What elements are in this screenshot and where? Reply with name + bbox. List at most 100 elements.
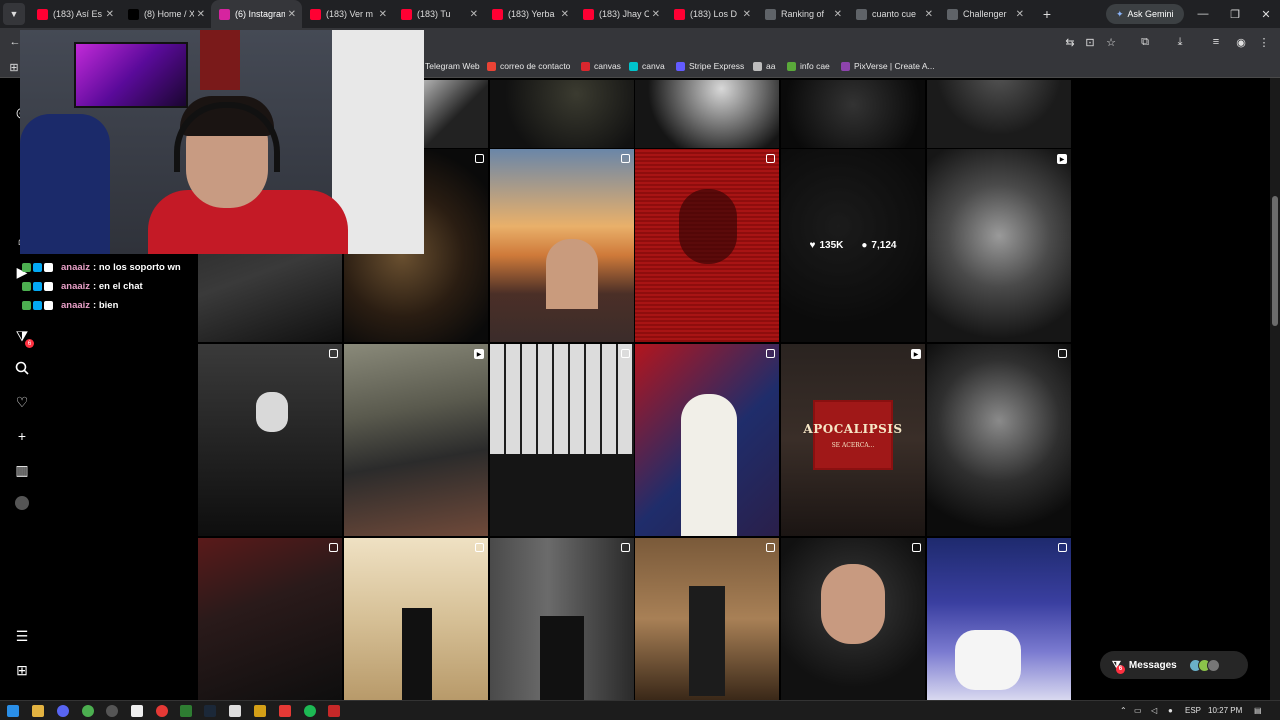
language-indicator[interactable]: ESP [1185,706,1201,715]
tab-close-icon[interactable]: ✕ [834,9,842,20]
steam-icon[interactable] [204,705,216,717]
bookmark[interactable]: canvas [581,61,621,71]
bookmark[interactable]: Stripe Express [676,61,744,71]
app-icon[interactable] [254,705,266,717]
extensions-icon[interactable]: ⧉ [1135,32,1155,52]
tab-group-icon[interactable]: ≡ [1206,32,1226,52]
ask-gemini-button[interactable]: ✦ Ask Gemini [1106,4,1184,24]
browser-tab[interactable]: Ranking of ✕ [757,0,848,28]
grid-post[interactable] [927,538,1071,700]
scrollbar-thumb[interactable] [1272,196,1278,326]
grid-post[interactable]: APOCALIPSIS SE ACERCA... ▶ [781,344,925,536]
browser-tab[interactable]: (183) Yerba ✕ [484,0,575,28]
bookmark[interactable]: Telegram Web [425,61,480,71]
notifications-heart-icon[interactable]: ♡ [12,392,32,412]
close-window-icon[interactable]: ✕ [1250,0,1280,28]
grid-post[interactable] [635,80,779,148]
grid-post-hovered[interactable]: ♥ 135K ● 7,124 [781,149,925,342]
browser-tab[interactable]: (8) Home / X ✕ [120,0,211,28]
more-menu-icon[interactable]: ☰ [12,626,32,646]
translate-icon[interactable]: ⇆ [1060,32,1080,52]
obs-icon[interactable] [131,705,143,717]
grid-post[interactable] [781,538,925,700]
grid-post[interactable] [927,80,1071,148]
download-icon[interactable]: ⤓ [1170,32,1190,52]
carousel-icon [621,349,630,358]
messages-button[interactable]: ⧩ 6 Messages [1100,651,1248,679]
restore-icon[interactable]: ❐ [1219,0,1251,28]
menu-icon[interactable]: ⋮ [1254,32,1274,52]
browser-tab[interactable]: (6) Instagram ✕ [211,0,302,28]
grid-post[interactable] [490,538,634,700]
grid-post[interactable]: ▶ [927,149,1071,342]
clock[interactable]: 10:27 PM [1208,706,1242,715]
search-icon[interactable] [12,358,32,378]
grid-post[interactable]: ▶ [344,344,488,536]
minimize-icon[interactable]: — [1187,0,1219,28]
mic-icon[interactable]: ● [1168,706,1173,715]
browser-tab[interactable]: (183) Tu ✕ [393,0,484,28]
filter-icon[interactable]: ⧩ 6 [12,326,34,348]
app-icon[interactable] [106,705,118,717]
new-tab-button[interactable]: + [1036,3,1058,25]
browser-tab[interactable]: (183) Así Es ✕ [29,0,120,28]
windows-taskbar: ⌃ ▭ ◁ ● ESP 10:27 PM ▤ [0,700,1280,720]
tab-close-icon[interactable]: ✕ [1016,9,1024,20]
tab-close-icon[interactable]: ✕ [743,9,751,20]
tab-close-icon[interactable]: ✕ [106,9,114,20]
browser-tab[interactable]: (183) Los D ✕ [666,0,757,28]
bookmark[interactable]: PixVerse | Create A... [841,61,935,71]
tab-close-icon[interactable]: ✕ [379,9,387,20]
browser-tab[interactable]: (183) Jhay C ✕ [575,0,666,28]
grid-post[interactable] [927,344,1071,536]
app-icon[interactable] [180,705,192,717]
profile-icon[interactable]: ◉ [1231,32,1251,52]
page-scrollbar[interactable] [1270,78,1280,700]
tab-close-icon[interactable]: ✕ [288,9,296,20]
grid-post[interactable] [490,344,634,536]
grid-post[interactable] [635,344,779,536]
grid-post[interactable] [635,149,779,342]
tab-close-icon[interactable]: ✕ [561,9,569,20]
tray-icon[interactable]: ▭ [1134,706,1142,715]
spotify-icon[interactable] [304,705,316,717]
star-icon[interactable]: ☆ [1101,32,1121,52]
profile-avatar[interactable] [12,493,32,513]
volume-icon[interactable]: ◁ [1151,706,1157,715]
messages-badge: 6 [1115,664,1125,674]
cast-icon[interactable]: ⊡ [1080,32,1100,52]
explorer-icon[interactable] [32,705,44,717]
bookmark[interactable]: canva [629,61,665,71]
grid-post[interactable] [344,538,488,700]
tray-up-icon[interactable]: ⌃ [1120,706,1127,715]
discord-icon[interactable] [57,705,69,717]
grid-post[interactable] [198,538,342,700]
tab-close-icon[interactable]: ✕ [197,9,205,20]
bookmark[interactable]: aa [753,61,775,71]
grid-post[interactable] [635,538,779,700]
tab-search-button[interactable]: ▼ [3,3,25,25]
heart-icon: ♥ [809,240,816,251]
bookmark[interactable]: correo de contacto [487,61,570,71]
start-icon[interactable] [7,705,19,717]
app-icon[interactable] [279,705,291,717]
chrome-icon[interactable] [82,705,94,717]
app-icon[interactable] [328,705,340,717]
browser-tab[interactable]: (183) Ver m ✕ [302,0,393,28]
grid-post[interactable] [490,149,634,342]
create-icon[interactable]: + [12,426,32,446]
grid-post[interactable] [781,80,925,148]
browser-tab[interactable]: Challenger ✕ [939,0,1030,28]
bookmark[interactable]: info cae [787,61,830,71]
tab-close-icon[interactable]: ✕ [925,9,933,20]
notifications-icon[interactable]: ▤ [1254,706,1262,715]
grid-post[interactable] [490,80,634,148]
browser-tab[interactable]: cuanto cue ✕ [848,0,939,28]
grid-post[interactable] [198,344,342,536]
app-icon[interactable] [156,705,168,717]
insights-icon[interactable]: ▥ [12,460,32,480]
app-icon[interactable] [229,705,241,717]
also-from-meta-icon[interactable]: ⊞ [12,660,32,680]
tab-close-icon[interactable]: ✕ [652,9,660,20]
tab-close-icon[interactable]: ✕ [470,9,478,20]
